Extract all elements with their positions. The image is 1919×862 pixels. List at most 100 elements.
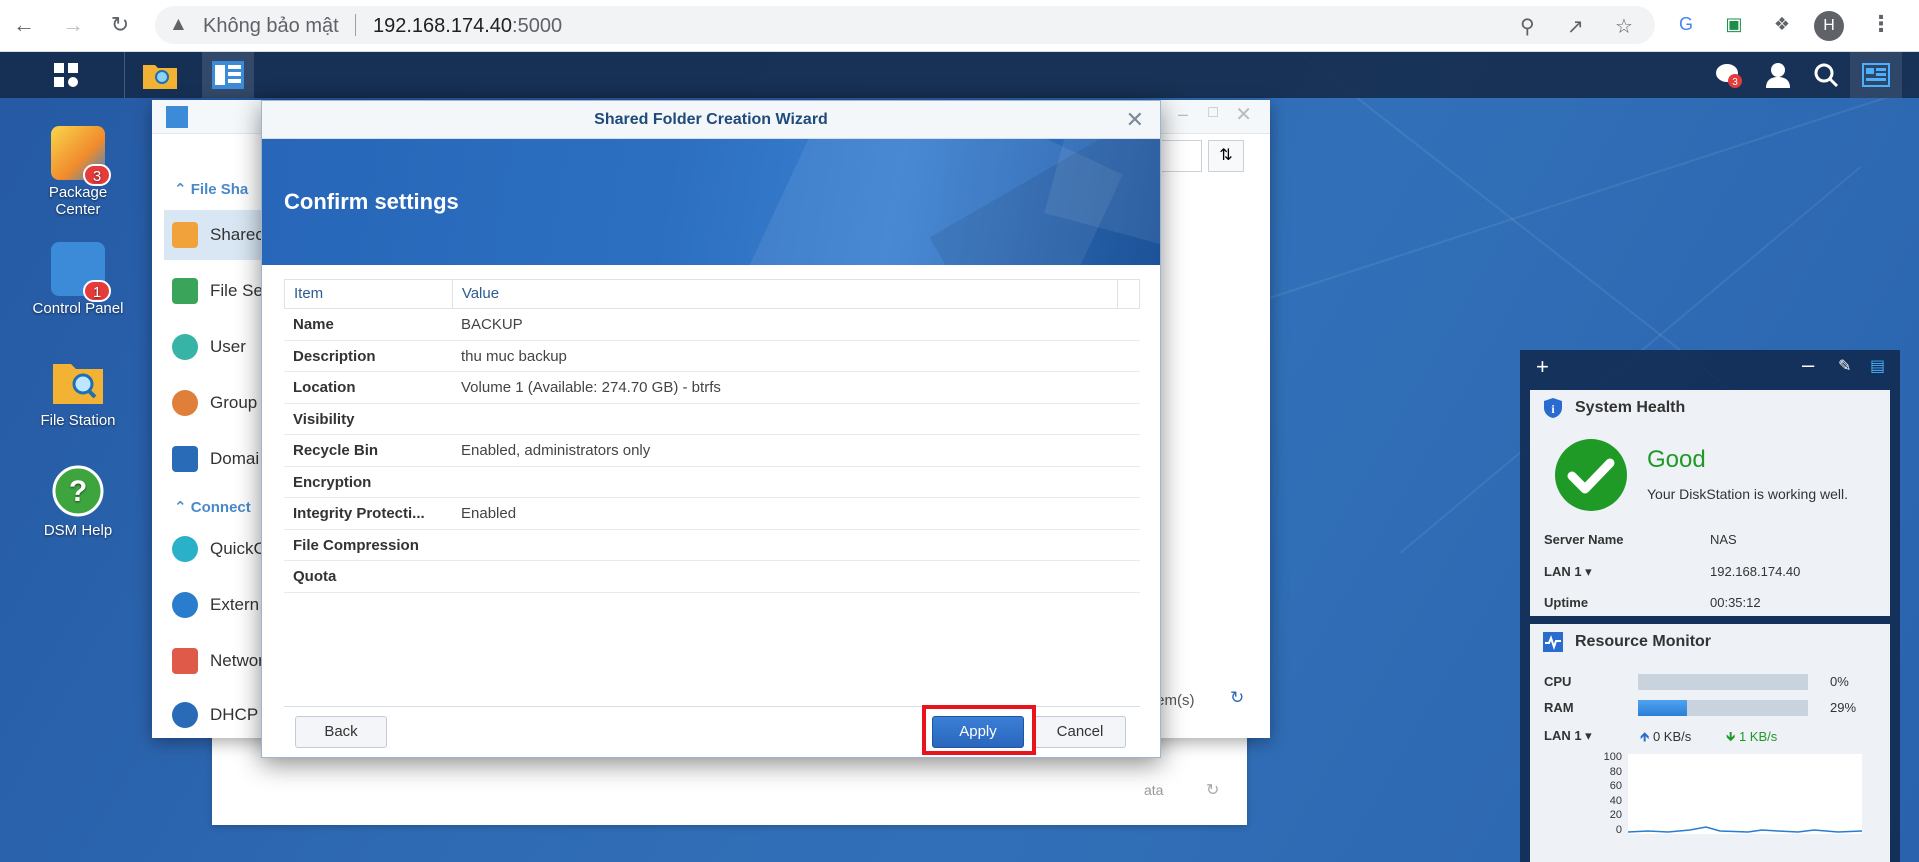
package-center-icon: 3 <box>51 126 111 186</box>
svg-text:?: ? <box>69 475 87 508</box>
uptime-value: 00:35:12 <box>1710 595 1761 610</box>
desktop-icon-label: Control Panel <box>32 300 124 317</box>
translate-extension-icon[interactable]: G <box>1672 10 1700 38</box>
shield-info-icon: i <box>1544 398 1562 418</box>
remote-extension-icon[interactable]: ▣ <box>1720 10 1748 38</box>
resource-monitor-widget: Resource Monitor CPU 0% RAM 29% LAN 1 ▾ … <box>1530 624 1890 862</box>
search-icon[interactable] <box>1800 52 1852 98</box>
browser-menu-icon[interactable]: ⋮ <box>1870 11 1892 37</box>
control-panel-taskbar-icon[interactable] <box>202 52 254 98</box>
minimize-icon[interactable]: – <box>1178 104 1188 125</box>
extensions-puzzle-icon[interactable]: ❖ <box>1768 10 1796 38</box>
system-health-title: i System Health <box>1530 390 1890 426</box>
url-text: 192.168.174.40:5000 <box>373 15 563 37</box>
category-connectivity[interactable]: ⌃ Connect <box>174 498 251 516</box>
group-icon <box>172 390 198 416</box>
widget-settings-icon[interactable]: ▤ <box>1870 356 1885 376</box>
wizard-step-title: Confirm settings <box>284 189 459 214</box>
server-name-value: NAS <box>1710 532 1737 547</box>
file-station-taskbar-icon[interactable] <box>134 52 186 98</box>
address-bar[interactable]: ▲ Không bảo mật 192.168.174.40:5000 ⚲ ↗ … <box>155 6 1655 44</box>
table-row: Visibility <box>284 404 1140 435</box>
back-button[interactable]: Back <box>295 716 387 748</box>
lan-ip-value: 192.168.174.40 <box>1710 564 1801 579</box>
browser-toolbar: ← → ↻ ▲ Không bảo mật 192.168.174.40:500… <box>0 0 1919 52</box>
table-row: Quota <box>284 561 1140 593</box>
package-center-badge: 3 <box>83 164 111 186</box>
control-panel-window-icon <box>166 106 188 128</box>
share-icon[interactable]: ↗ <box>1567 14 1584 39</box>
lan-selector[interactable]: LAN 1 ▾ <box>1544 564 1592 580</box>
uptime-label: Uptime <box>1544 595 1589 610</box>
desktop-icon-label: File Station <box>40 412 116 429</box>
ram-bar-fill <box>1638 700 1688 716</box>
wizard-close-icon[interactable]: ✕ <box>1126 101 1144 139</box>
bookmark-star-icon[interactable]: ☆ <box>1615 14 1633 39</box>
notifications-icon[interactable]: 3 <box>1702 52 1754 98</box>
column-header-item[interactable]: Item <box>285 280 453 308</box>
refresh-icon[interactable]: ↻ <box>1230 688 1244 708</box>
widget-panel: + – ✎ ▤ i System Health Good Your DiskSt… <box>1520 350 1900 862</box>
pin-icon[interactable]: ✎ <box>1838 356 1851 376</box>
table-row: Description thu muc backup <box>284 341 1140 372</box>
desktop-icon-file-station[interactable]: File Station <box>18 354 138 429</box>
desktop-icon-control-panel[interactable]: 1 Control Panel <box>18 242 138 317</box>
chart-y-ticks: 100 80 60 40 20 0 <box>1603 751 1622 836</box>
maximize-icon[interactable]: □ <box>1208 104 1218 122</box>
upload-rate: 🡹 0 KB/s <box>1640 729 1692 744</box>
zoom-icon[interactable]: ⚲ <box>1520 14 1535 39</box>
column-header-spacer <box>1118 280 1140 308</box>
user-icon[interactable] <box>1752 52 1804 98</box>
table-row: File Compression <box>284 530 1140 561</box>
cpu-label: CPU <box>1544 674 1572 689</box>
settings-table-header: Item Value <box>284 279 1140 309</box>
table-row: Location Volume 1 (Available: 274.70 GB) … <box>284 372 1140 404</box>
dhcp-icon <box>172 702 198 728</box>
reload-icon[interactable]: ↻ <box>106 11 134 39</box>
warning-icon: ▲ <box>169 14 188 35</box>
checkmark-icon <box>1555 439 1627 511</box>
desktop-icon-label: Package Center <box>48 184 108 218</box>
background-refresh-icon[interactable]: ↻ <box>1206 780 1219 800</box>
control-panel-icon: 1 <box>51 242 111 302</box>
add-widget-icon[interactable]: + <box>1536 354 1549 380</box>
server-name-label: Server Name <box>1544 532 1624 547</box>
dsm-help-icon: ? <box>51 464 105 518</box>
desktop-icon-label: DSM Help <box>43 522 113 539</box>
control-panel-badge: 1 <box>83 280 111 302</box>
desktop-icon-dsm-help[interactable]: ? DSM Help <box>18 464 138 539</box>
collapse-widget-icon[interactable]: – <box>1802 352 1814 378</box>
download-rate: 🡻 1 KB/s <box>1726 729 1778 744</box>
widgets-icon[interactable] <box>1850 52 1902 98</box>
category-file-sharing[interactable]: ⌃ File Sha <box>174 180 248 198</box>
table-row: Recycle Bin Enabled, administrators only <box>284 435 1140 467</box>
column-header-value[interactable]: Value <box>453 280 1119 308</box>
desktop-icon-package-center[interactable]: 3 Package Center <box>18 126 138 218</box>
svg-text:3: 3 <box>1732 77 1738 88</box>
toolbar-field[interactable] <box>1162 140 1202 172</box>
lan-monitor-selector[interactable]: LAN 1 ▾ <box>1544 728 1592 744</box>
profile-avatar[interactable]: H <box>1814 11 1844 41</box>
table-row: Integrity Protecti... Enabled <box>284 498 1140 530</box>
widget-panel-header: + – ✎ ▤ <box>1520 350 1900 384</box>
forward-icon[interactable]: → <box>59 11 87 39</box>
file-services-icon <box>172 278 198 304</box>
main-menu-icon[interactable] <box>40 52 92 98</box>
file-station-icon <box>51 354 105 408</box>
domain-icon <box>172 446 198 472</box>
cancel-button[interactable]: Cancel <box>1034 716 1126 748</box>
address-separator <box>355 14 356 36</box>
shared-folder-icon <box>172 222 198 248</box>
table-row: Name BACKUP <box>284 309 1140 341</box>
health-status: Good <box>1647 446 1706 473</box>
wizard-banner: Confirm settings <box>262 139 1160 265</box>
back-icon[interactable]: ← <box>10 11 38 39</box>
wizard-title: Shared Folder Creation Wizard <box>594 111 828 128</box>
ram-value: 29% <box>1830 700 1857 715</box>
security-label: Không bảo mật <box>203 15 339 37</box>
sort-icon[interactable]: ⇅ <box>1208 140 1244 172</box>
system-health-widget: i System Health Good Your DiskStation is… <box>1530 390 1890 616</box>
window-close-icon[interactable]: ✕ <box>1235 102 1252 127</box>
network-icon <box>172 648 198 674</box>
settings-table: Item Value Name BACKUP Description thu muc… <box>284 279 1140 593</box>
